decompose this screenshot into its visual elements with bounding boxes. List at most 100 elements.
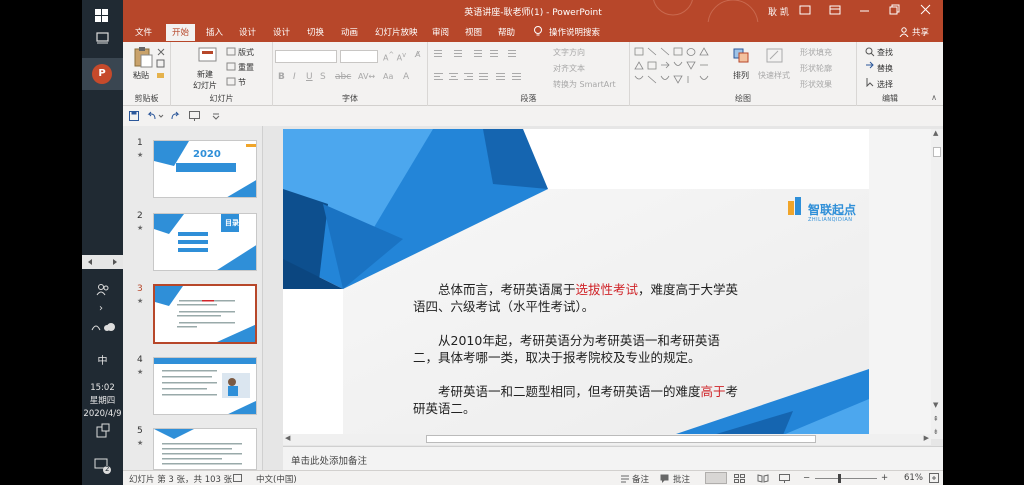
zoom-slider-thumb[interactable] [838, 474, 841, 483]
slideshow-view-icon[interactable] [779, 474, 791, 483]
vertical-scrollbar[interactable]: ▲ ▼ ⇞ ⇟ [931, 129, 943, 439]
tab-animations[interactable]: 动画 [341, 26, 358, 38]
tab-review[interactable]: 审阅 [432, 26, 449, 38]
clock-time[interactable]: 15:02 [82, 382, 123, 394]
tab-design-2[interactable]: 设计 [273, 26, 290, 38]
reading-view-icon[interactable] [757, 474, 769, 483]
clear-format-icon[interactable]: A̸ [415, 50, 420, 59]
clock-date[interactable]: 2020/4/9 [82, 408, 123, 420]
start-slideshow-icon[interactable] [189, 111, 201, 121]
change-case-button[interactable]: Aa [383, 72, 393, 81]
fit-slide-icon[interactable] [929, 473, 940, 484]
zoom-slider[interactable] [815, 478, 877, 479]
current-slide[interactable]: 智联起点 ZHILIANQIDIAN 总体而言，考研英语属于选拔性考试，难度高于… [283, 129, 869, 435]
paste-icon[interactable] [133, 46, 153, 68]
minimize-icon[interactable] [860, 10, 870, 14]
previous-slide-arrow[interactable]: ⇞ [933, 415, 939, 423]
undo-icon[interactable] [147, 111, 165, 121]
redo-icon[interactable] [170, 111, 180, 121]
find-button[interactable]: 查找 [877, 47, 893, 58]
collapse-ribbon-icon[interactable]: ∧ [931, 93, 937, 102]
paragraph-buttons-icons[interactable] [434, 48, 544, 84]
char-spacing-button[interactable]: AV↔ [358, 72, 375, 81]
notes-toggle[interactable]: 备注 [632, 473, 649, 485]
scroll-down-arrow[interactable]: ▼ [933, 401, 938, 409]
close-icon[interactable] [920, 4, 932, 16]
notes-placeholder[interactable]: 单击此处添加备注 [291, 453, 367, 467]
slide-thumbnail-2[interactable]: 目录 [153, 213, 257, 271]
tell-me-search[interactable]: 操作说明搜索 [549, 26, 600, 38]
italic-button[interactable]: I [293, 72, 296, 82]
windows-start-icon[interactable] [95, 9, 108, 22]
tab-file[interactable]: 文件 [135, 26, 152, 38]
font-color-button[interactable]: A [403, 72, 409, 82]
scroll-right-arrow[interactable]: ▶ [924, 434, 929, 442]
bold-button[interactable]: B [278, 72, 285, 82]
text-direction-button[interactable]: 文字方向 [553, 47, 585, 58]
taskbar-scroll-arrows[interactable] [82, 255, 123, 269]
powerpoint-app-icon[interactable]: P [92, 64, 112, 84]
shadow-button[interactable]: S [320, 72, 326, 82]
arrange-icon[interactable] [733, 48, 751, 64]
new-slide-icon[interactable] [198, 46, 218, 64]
slide-thumbnail-3-selected[interactable] [153, 284, 257, 344]
share-button[interactable]: 共享 [912, 26, 929, 38]
quick-styles-button[interactable]: 快速样式 [758, 70, 790, 81]
people-icon[interactable] [96, 283, 110, 297]
convert-smartart-button[interactable]: 转换为 SmartArt [553, 79, 616, 90]
reset-button[interactable]: 重置 [238, 62, 254, 73]
slide-thumbnail-4[interactable] [153, 357, 257, 415]
tab-help[interactable]: 帮助 [498, 26, 515, 38]
select-button[interactable]: 选择 [877, 79, 893, 90]
slide-body-text[interactable]: 总体而言，考研英语属于选拔性考试，难度高于大学英语四、六级考试（水平性考试）。 … [413, 281, 743, 434]
underline-button[interactable]: U [306, 72, 313, 82]
horizontal-scroll-thumb[interactable] [426, 435, 816, 443]
zoom-in-button[interactable]: + [881, 473, 888, 483]
task-view-icon[interactable] [96, 32, 109, 44]
chevron-right-icon[interactable]: › [99, 303, 103, 314]
restore-icon[interactable] [889, 4, 901, 16]
tab-design[interactable]: 设计 [239, 26, 256, 38]
normal-view-button[interactable] [705, 472, 727, 484]
section-button[interactable]: 节 [238, 77, 246, 88]
slide-sorter-view-icon[interactable] [734, 474, 746, 483]
font-grow-shrink[interactable]: A^ Av [383, 51, 406, 63]
scroll-up-arrow[interactable]: ▲ [933, 129, 938, 137]
clipboard-notification-icon[interactable] [95, 423, 111, 439]
shape-fill-button[interactable]: 形状填充 [800, 47, 832, 58]
font-name-select[interactable] [275, 50, 337, 63]
tab-insert[interactable]: 插入 [206, 26, 223, 38]
slide-count-status[interactable]: 幻灯片 第 3 张，共 103 张 [129, 473, 232, 485]
new-slide-label-1[interactable]: 新建 [197, 69, 213, 80]
save-icon[interactable] [129, 111, 139, 121]
tab-slideshow[interactable]: 幻灯片放映 [375, 26, 418, 38]
scroll-left-arrow[interactable]: ◀ [285, 434, 290, 442]
comments-toggle[interactable]: 批注 [673, 473, 690, 485]
comments-icon[interactable] [660, 474, 670, 483]
share-person-icon[interactable] [899, 27, 909, 37]
clock-weekday[interactable]: 星期四 [82, 395, 123, 407]
notes-icon[interactable] [620, 474, 630, 483]
language-status[interactable]: 中文(中国) [256, 473, 297, 485]
shapes-gallery-icon[interactable] [634, 47, 722, 89]
replace-button[interactable]: 替换 [877, 63, 893, 74]
signed-in-user[interactable]: 耿 凯 [768, 5, 789, 18]
shape-effects-button[interactable]: 形状效果 [800, 79, 832, 90]
paste-button[interactable]: 粘贴 [133, 70, 149, 81]
notes-pane[interactable]: 单击此处添加备注 [283, 446, 943, 470]
align-text-button[interactable]: 对齐文本 [553, 63, 585, 74]
zoom-level[interactable]: 61% [904, 473, 923, 483]
next-slide-arrow[interactable]: ⇟ [933, 428, 939, 436]
slide-thumbnail-1[interactable]: 2020 [153, 140, 257, 198]
ime-indicator[interactable]: 中 [82, 356, 123, 368]
shape-outline-button[interactable]: 形状轮廓 [800, 63, 832, 74]
cut-copy-format-icons[interactable] [156, 47, 166, 81]
strikethrough-button[interactable]: abc [335, 72, 351, 82]
tab-transitions[interactable]: 切换 [307, 26, 324, 38]
ribbon-display-options-icon[interactable] [829, 4, 841, 16]
tab-view[interactable]: 视图 [465, 26, 482, 38]
font-size-select[interactable] [340, 50, 378, 63]
new-slide-label-2[interactable]: 幻灯片 [193, 80, 217, 91]
quick-styles-icon[interactable] [766, 48, 784, 64]
customize-qat-icon[interactable] [212, 112, 220, 120]
